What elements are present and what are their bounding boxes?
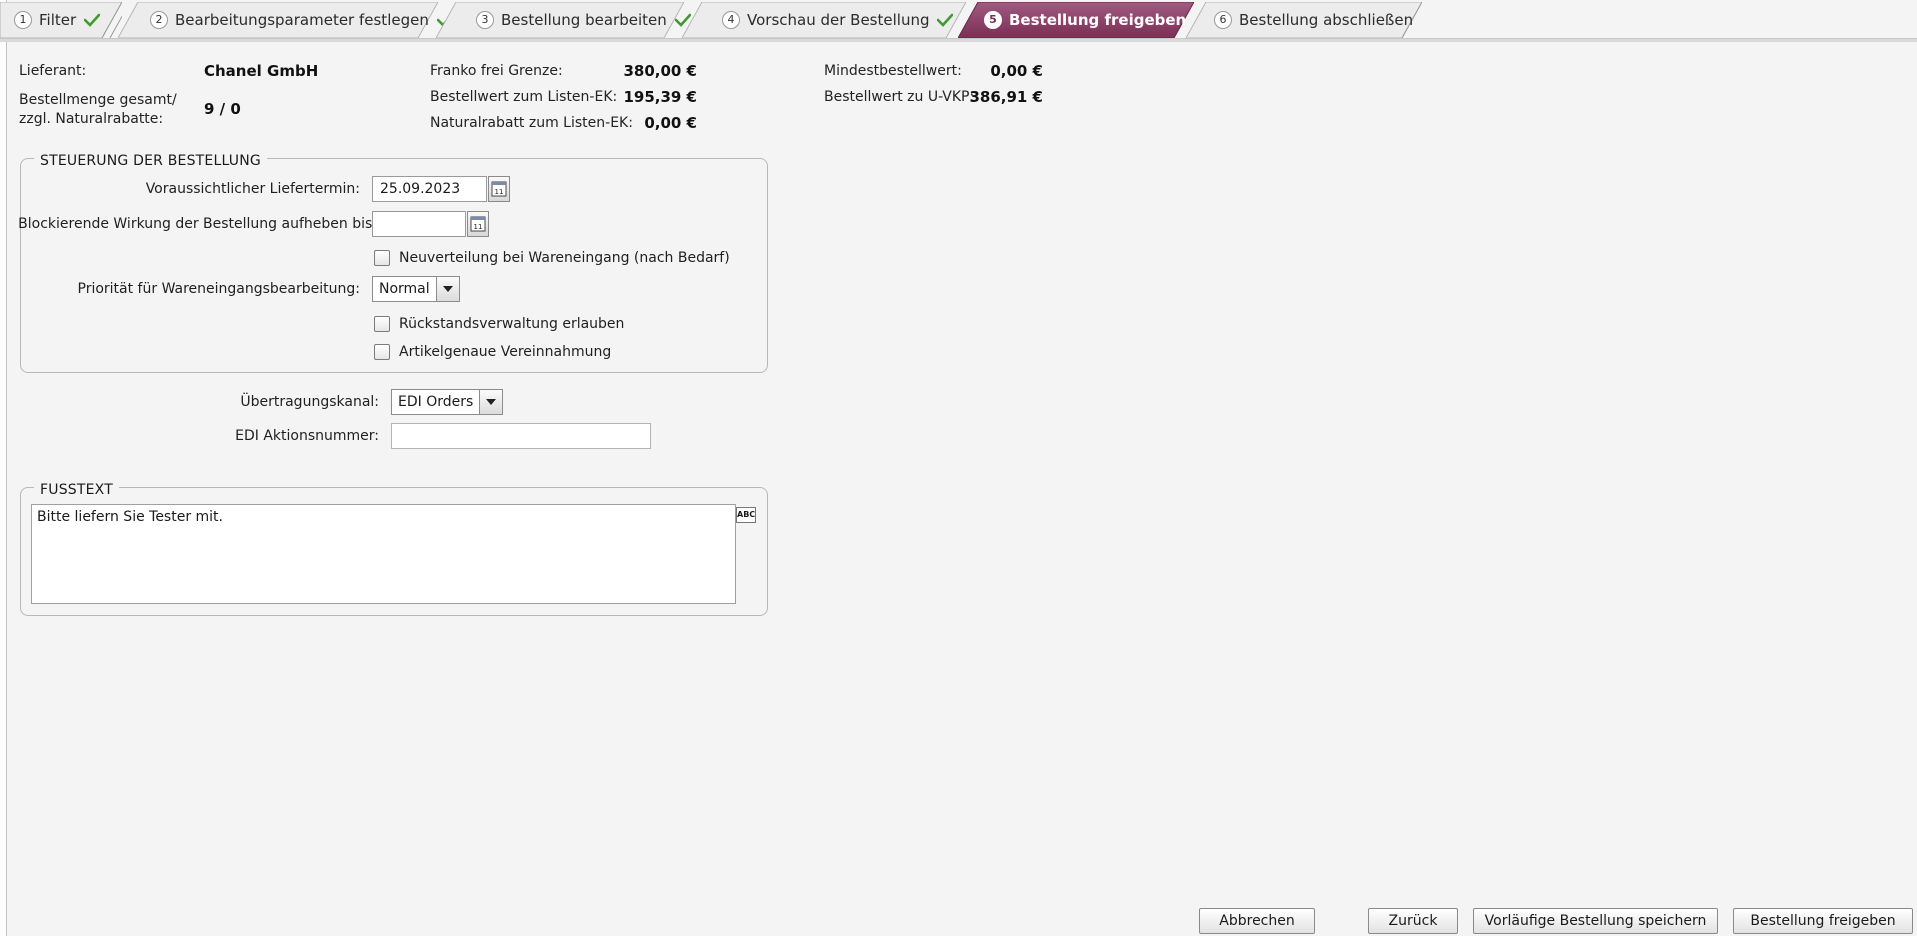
article-receipt-label: Artikelgenaue Vereinnahmung bbox=[399, 344, 612, 360]
spellcheck-icon[interactable]: ABC bbox=[736, 507, 756, 523]
priority-value: Normal bbox=[379, 281, 430, 297]
delivery-date-input[interactable]: 25.09.2023 bbox=[372, 176, 487, 202]
checkbox-box[interactable] bbox=[374, 344, 390, 360]
step-label: Filter bbox=[39, 11, 77, 29]
edi-action-input[interactable] bbox=[391, 423, 651, 449]
order-value-ek-value: 195,39 € bbox=[623, 88, 697, 106]
chevron-down-icon[interactable] bbox=[479, 390, 503, 414]
channel-select[interactable]: EDI Orders bbox=[391, 389, 504, 415]
svg-text:11: 11 bbox=[495, 188, 504, 196]
order-value-ek-label: Bestellwert zum Listen-EK: bbox=[430, 89, 618, 105]
calendar-icon: 11 bbox=[470, 216, 486, 232]
step-2-parameters[interactable]: 2 Bearbeitungsparameter festlegen bbox=[118, 2, 453, 38]
check-icon bbox=[937, 13, 954, 27]
back-button[interactable]: Zurück bbox=[1368, 908, 1458, 934]
wizard-steps: 1 Filter 2 Bearbeitungsparameter festleg… bbox=[0, 2, 1917, 42]
min-order-label: Mindestbestellwert: bbox=[824, 63, 962, 79]
step-3-edit-order[interactable]: 3 Bestellung bearbeiten bbox=[436, 2, 691, 38]
franko-label: Franko frei Grenze: bbox=[430, 63, 563, 79]
step-number: 1 bbox=[14, 11, 32, 29]
step-number: 4 bbox=[722, 11, 740, 29]
checkbox-box[interactable] bbox=[374, 250, 390, 266]
backorder-checkbox[interactable]: Rückstandsverwaltung erlauben bbox=[374, 316, 624, 332]
footer-text-title: FUSSTEXT bbox=[34, 482, 119, 498]
order-value-uvkp-label: Bestellwert zu U-VKP: bbox=[824, 89, 975, 105]
delivery-date-calendar-button[interactable]: 11 bbox=[488, 176, 510, 202]
blocking-date-calendar-button[interactable]: 11 bbox=[467, 211, 489, 237]
step-number: 2 bbox=[150, 11, 168, 29]
step-label: Vorschau der Bestellung bbox=[747, 11, 930, 29]
priority-label: Priorität für Wareneingangsbearbeitung: bbox=[77, 281, 361, 297]
step-4-preview[interactable]: 4 Vorschau der Bestellung bbox=[682, 2, 966, 38]
redistribution-label: Neuverteilung bei Wareneingang (nach Bed… bbox=[399, 250, 730, 266]
edi-action-label: EDI Aktionsnummer: bbox=[235, 428, 379, 444]
step-6-finish[interactable]: 6 Bestellung abschließen bbox=[1186, 2, 1422, 38]
step-label: Bestellung freigeben bbox=[1009, 11, 1187, 29]
checkbox-box[interactable] bbox=[374, 316, 390, 332]
backorder-label: Rückstandsverwaltung erlauben bbox=[399, 316, 625, 332]
quantity-value: 9 / 0 bbox=[204, 100, 241, 118]
step-number: 3 bbox=[476, 11, 494, 29]
release-order-button[interactable]: Bestellung freigeben bbox=[1733, 908, 1913, 934]
step-5-release[interactable]: 5 Bestellung freigeben bbox=[958, 2, 1194, 38]
step-1-filter[interactable]: 1 Filter bbox=[0, 2, 122, 38]
step-number: 6 bbox=[1214, 11, 1232, 29]
priority-select[interactable]: Normal bbox=[372, 276, 460, 302]
franko-value: 380,00 € bbox=[623, 62, 697, 80]
chevron-down-icon[interactable] bbox=[435, 277, 459, 301]
channel-label: Übertragungskanal: bbox=[240, 394, 379, 410]
step-label: Bestellung abschließen bbox=[1239, 11, 1414, 29]
channel-value: EDI Orders bbox=[398, 394, 474, 410]
step-label: Bestellung bearbeiten bbox=[501, 11, 667, 29]
check-icon bbox=[84, 13, 101, 27]
window-left-edge bbox=[0, 0, 7, 936]
order-value-uvkp-value: 386,91 € bbox=[969, 88, 1043, 106]
footer-text-area[interactable]: Bitte liefern Sie Tester mit. bbox=[31, 504, 736, 604]
natural-discount-value: 0,00 € bbox=[644, 114, 697, 132]
article-receipt-checkbox[interactable]: Artikelgenaue Vereinnahmung bbox=[374, 344, 611, 360]
supplier-value: Chanel GmbH bbox=[204, 62, 319, 80]
blocking-label: Blockierende Wirkung der Bestellung aufh… bbox=[18, 216, 377, 232]
order-control-title: STEUERUNG DER BESTELLUNG bbox=[34, 153, 267, 169]
min-order-value: 0,00 € bbox=[990, 62, 1043, 80]
redistribution-checkbox[interactable]: Neuverteilung bei Wareneingang (nach Bed… bbox=[374, 250, 730, 266]
step-number: 5 bbox=[984, 11, 1002, 29]
quantity-label-line2: zzgl. Naturalrabatte: bbox=[19, 111, 164, 127]
cancel-button[interactable]: Abbrechen bbox=[1199, 908, 1315, 934]
svg-text:11: 11 bbox=[474, 223, 483, 231]
quantity-label-line1: Bestellmenge gesamt/ bbox=[19, 92, 177, 108]
calendar-icon: 11 bbox=[491, 181, 507, 197]
steps-baseline bbox=[0, 38, 1917, 42]
delivery-date-label: Voraussichtlicher Liefertermin: bbox=[145, 181, 360, 197]
step-label: Bearbeitungsparameter festlegen bbox=[175, 11, 429, 29]
save-draft-button[interactable]: Vorläufige Bestellung speichern bbox=[1473, 908, 1718, 934]
supplier-label: Lieferant: bbox=[19, 63, 87, 79]
blocking-date-input[interactable] bbox=[372, 211, 466, 237]
